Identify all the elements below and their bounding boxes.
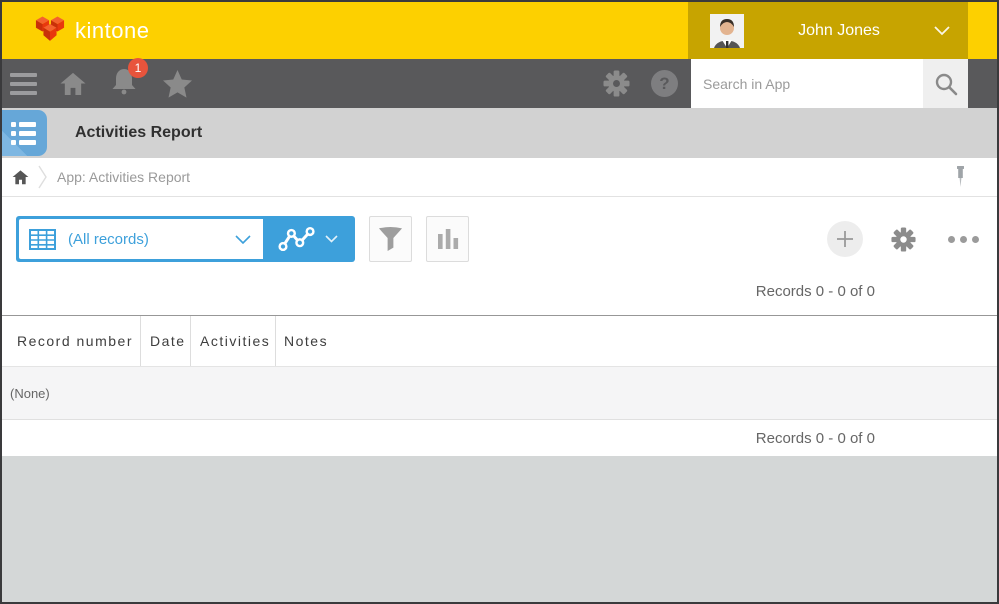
view-selector-dropdown[interactable]: (All records) [19,219,263,259]
kintone-app-page: kintone John Jones [0,0,999,604]
record-list-content: (All records) [2,197,997,456]
hamburger-menu-icon[interactable] [10,73,37,95]
breadcrumb-home-icon[interactable] [12,169,29,185]
records-table: Record number Date Activities Notes (Non… [2,315,997,420]
app-search [691,59,968,108]
app-list-icon [2,110,47,156]
app-settings-button[interactable] [885,226,922,253]
column-header-activities[interactable]: Activities [190,316,275,366]
search-input[interactable] [691,59,923,108]
view-selector-label: (All records) [68,231,235,248]
breadcrumb-chevron-icon [38,165,48,189]
more-options-button[interactable] [946,230,981,249]
chevron-down-icon [934,26,950,36]
notifications-bell-icon[interactable]: 1 [111,68,137,100]
table-view-icon [29,229,56,250]
empty-text: (None) [10,386,50,401]
home-icon[interactable] [59,71,87,96]
table-header-row: Record number Date Activities Notes [2,316,997,367]
view-selector-group: (All records) [16,216,355,262]
logo-wordmark: kintone [75,18,149,44]
kintone-cube-logo-icon [35,16,65,45]
brand-header: kintone John Jones [2,2,997,59]
user-name: John Jones [744,22,934,40]
kintone-logo[interactable]: kintone [2,16,149,45]
filter-button[interactable] [369,216,412,262]
chart-button[interactable] [426,216,469,262]
page-title: Activities Report [75,124,202,142]
global-navigation: 1 ? [2,59,997,108]
column-header-record-number[interactable]: Record number [2,316,140,366]
pin-icon[interactable] [954,166,967,188]
records-count-top: Records 0 - 0 of 0 [2,278,997,306]
line-chart-icon [278,225,316,253]
bar-chart-icon [436,227,460,251]
add-record-button[interactable] [827,221,863,257]
header-corner [968,2,997,59]
column-header-date[interactable]: Date [140,316,190,366]
user-menu[interactable]: John Jones [688,2,968,59]
user-avatar [710,14,744,48]
graph-view-button[interactable] [263,219,352,259]
ellipsis-icon [948,236,955,243]
page-footer [2,456,997,602]
graph-chevron-down-icon [325,235,338,243]
view-chevron-down-icon [235,235,251,244]
search-icon [934,72,958,96]
settings-gear-icon[interactable] [603,70,630,97]
empty-table-row: (None) [2,367,997,420]
favorites-star-icon[interactable] [163,70,192,98]
column-header-notes[interactable]: Notes [275,316,997,366]
search-button[interactable] [923,59,968,108]
app-header: Activities Report [2,108,997,158]
view-toolbar: (All records) [16,216,981,262]
help-icon[interactable]: ? [651,70,678,97]
breadcrumb: App: Activities Report [2,158,997,197]
records-count-bottom: Records 0 - 0 of 0 [2,420,997,456]
gear-icon [891,227,916,252]
notification-badge[interactable]: 1 [128,58,148,78]
plus-icon [835,229,855,249]
funnel-icon [378,226,403,252]
breadcrumb-text[interactable]: App: Activities Report [57,169,190,185]
